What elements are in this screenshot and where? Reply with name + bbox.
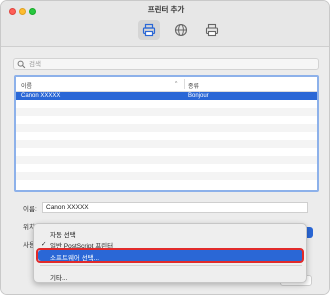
name-field-value: Canon XXXXX <box>46 204 89 211</box>
empty-row <box>16 132 317 140</box>
add-printer-window: 프린터 추가 검색 이름 ^ 종류 Canon XXXXX Bonjour 이름… <box>0 0 330 295</box>
empty-row <box>16 172 317 180</box>
empty-row <box>16 148 317 156</box>
column-divider <box>184 79 185 89</box>
printer-name-cell: Canon XXXXX <box>21 93 61 99</box>
windows-printer-tab[interactable] <box>201 20 223 40</box>
empty-row <box>16 156 317 164</box>
table-row[interactable]: Canon XXXXX Bonjour <box>16 92 317 100</box>
empty-row <box>16 164 317 172</box>
checkmark-icon: ✓ <box>41 241 47 248</box>
empty-row <box>16 140 317 148</box>
menu-item-auto-select[interactable]: 자동 선택 <box>34 227 308 239</box>
search-field[interactable] <box>13 58 319 70</box>
column-header-name[interactable]: 이름 <box>21 81 32 90</box>
menu-separator <box>40 265 302 266</box>
search-input[interactable] <box>29 59 309 69</box>
globe-icon <box>174 23 188 37</box>
column-header-kind[interactable]: 종류 <box>188 81 199 90</box>
name-label: 이름: <box>23 206 37 213</box>
sort-indicator-icon: ^ <box>175 81 178 87</box>
empty-row <box>16 180 317 188</box>
menu-item-other[interactable]: 기타... <box>34 270 308 282</box>
menu-item-label: 기타... <box>50 275 68 282</box>
empty-row <box>16 124 317 132</box>
name-field[interactable]: Canon XXXXX <box>42 202 308 213</box>
empty-row <box>16 116 317 124</box>
highlight-annotation <box>36 248 304 263</box>
table-header: 이름 ^ 종류 <box>16 77 317 92</box>
empty-row <box>16 108 317 116</box>
printer-icon <box>142 23 156 37</box>
printer-list[interactable]: 이름 ^ 종류 Canon XXXXX Bonjour <box>14 75 319 192</box>
printer-kind-cell: Bonjour <box>188 93 209 99</box>
empty-row <box>16 100 317 108</box>
window-title: 프린터 추가 <box>147 5 185 14</box>
title-bar: 프린터 추가 <box>1 1 329 47</box>
ip-printer-tab[interactable] <box>170 20 192 40</box>
search-icon <box>17 60 26 69</box>
default-printer-tab[interactable] <box>138 20 160 40</box>
windows-printer-icon <box>205 23 219 37</box>
